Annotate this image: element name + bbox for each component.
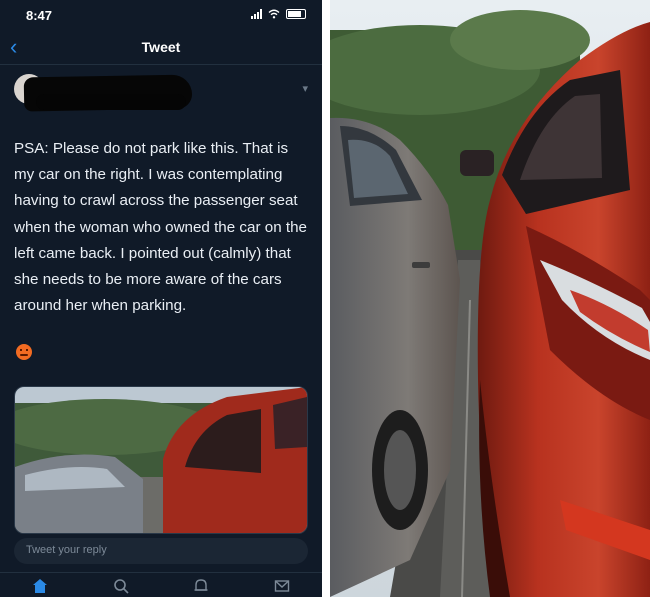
wifi-icon (268, 9, 280, 19)
parking-photo-thumbnail (15, 387, 307, 533)
redacted-handle (36, 94, 186, 110)
tweet-text: PSA: Please do not park like this. That … (14, 140, 307, 315)
reply-placeholder: Tweet your reply (26, 544, 107, 556)
chevron-down-icon[interactable]: ▾ (302, 82, 308, 95)
reply-input[interactable]: Tweet your reply (14, 538, 308, 564)
signal-icon (251, 9, 262, 19)
home-icon[interactable] (28, 576, 52, 596)
status-time: 8:47 (26, 8, 53, 23)
search-icon[interactable] (109, 576, 133, 596)
cars-parked-close-photo (330, 0, 650, 597)
messages-icon[interactable] (270, 576, 294, 596)
angry-face-icon (16, 344, 32, 360)
twitter-app-screen: 8:47 ‹ Tweet ▾ PSA: Please do not park l… (0, 0, 322, 597)
status-icons (251, 9, 306, 19)
status-bar: 8:47 (0, 0, 322, 30)
battery-icon (286, 9, 306, 19)
tab-bar (0, 572, 322, 597)
nav-bar: ‹ Tweet (0, 30, 322, 65)
parking-photo (330, 0, 650, 597)
notifications-icon[interactable] (189, 576, 213, 596)
page-title: Tweet (141, 39, 181, 55)
tweet-photo[interactable] (14, 386, 308, 534)
